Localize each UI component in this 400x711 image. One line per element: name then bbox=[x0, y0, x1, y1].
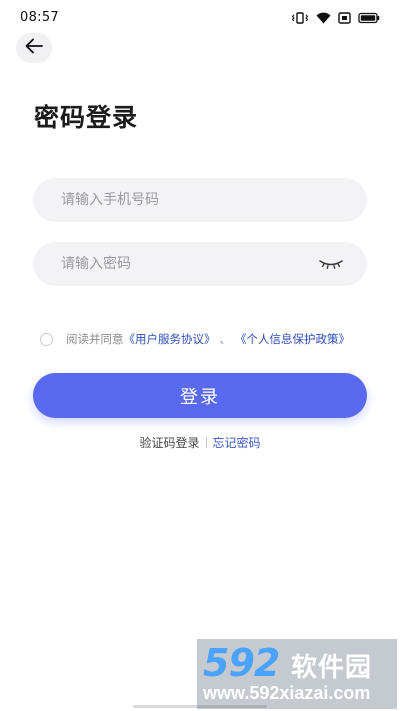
eye-closed-icon[interactable] bbox=[317, 255, 345, 273]
login-button[interactable]: 登录 bbox=[33, 373, 367, 418]
back-button[interactable] bbox=[16, 33, 52, 63]
watermark-name: 软件园 bbox=[291, 653, 373, 683]
phone-field[interactable] bbox=[33, 178, 367, 222]
vibrate-icon bbox=[291, 12, 309, 24]
password-field[interactable] bbox=[33, 242, 367, 286]
agreement-row: 阅读并同意 《用户服务协议》 、 《个人信息保护政策》 bbox=[40, 331, 350, 347]
link-divider bbox=[205, 437, 207, 448]
sms-login-link[interactable]: 验证码登录 bbox=[139, 434, 199, 451]
password-input[interactable] bbox=[61, 242, 321, 286]
status-time: 08:57 bbox=[20, 10, 59, 25]
battery-icon bbox=[358, 12, 380, 24]
status-icons bbox=[291, 12, 380, 24]
agree-checkbox[interactable] bbox=[40, 332, 53, 346]
watermark-url: www.592xiazai.com bbox=[203, 683, 371, 703]
agreement-prefix: 阅读并同意 bbox=[66, 332, 124, 346]
forgot-password-link[interactable]: 忘记密码 bbox=[213, 434, 261, 451]
sim-icon bbox=[338, 12, 351, 24]
wifi-icon bbox=[316, 12, 331, 24]
privacy-policy-link[interactable]: 《个人信息保护政策》 bbox=[235, 331, 350, 347]
watermark-logo: 592 bbox=[203, 641, 280, 685]
page-title: 密码登录 bbox=[34, 103, 139, 132]
user-agreement-link[interactable]: 《用户服务协议》 bbox=[124, 331, 216, 347]
agreement-separator: 、 bbox=[219, 332, 232, 346]
phone-input[interactable] bbox=[61, 178, 321, 222]
arrow-left-icon bbox=[25, 38, 43, 58]
alt-login-links: 验证码登录 忘记密码 bbox=[0, 434, 400, 451]
status-bar: 08:57 bbox=[0, 0, 400, 36]
watermark: 592 软件园 www.592xiazai.com bbox=[197, 639, 397, 709]
